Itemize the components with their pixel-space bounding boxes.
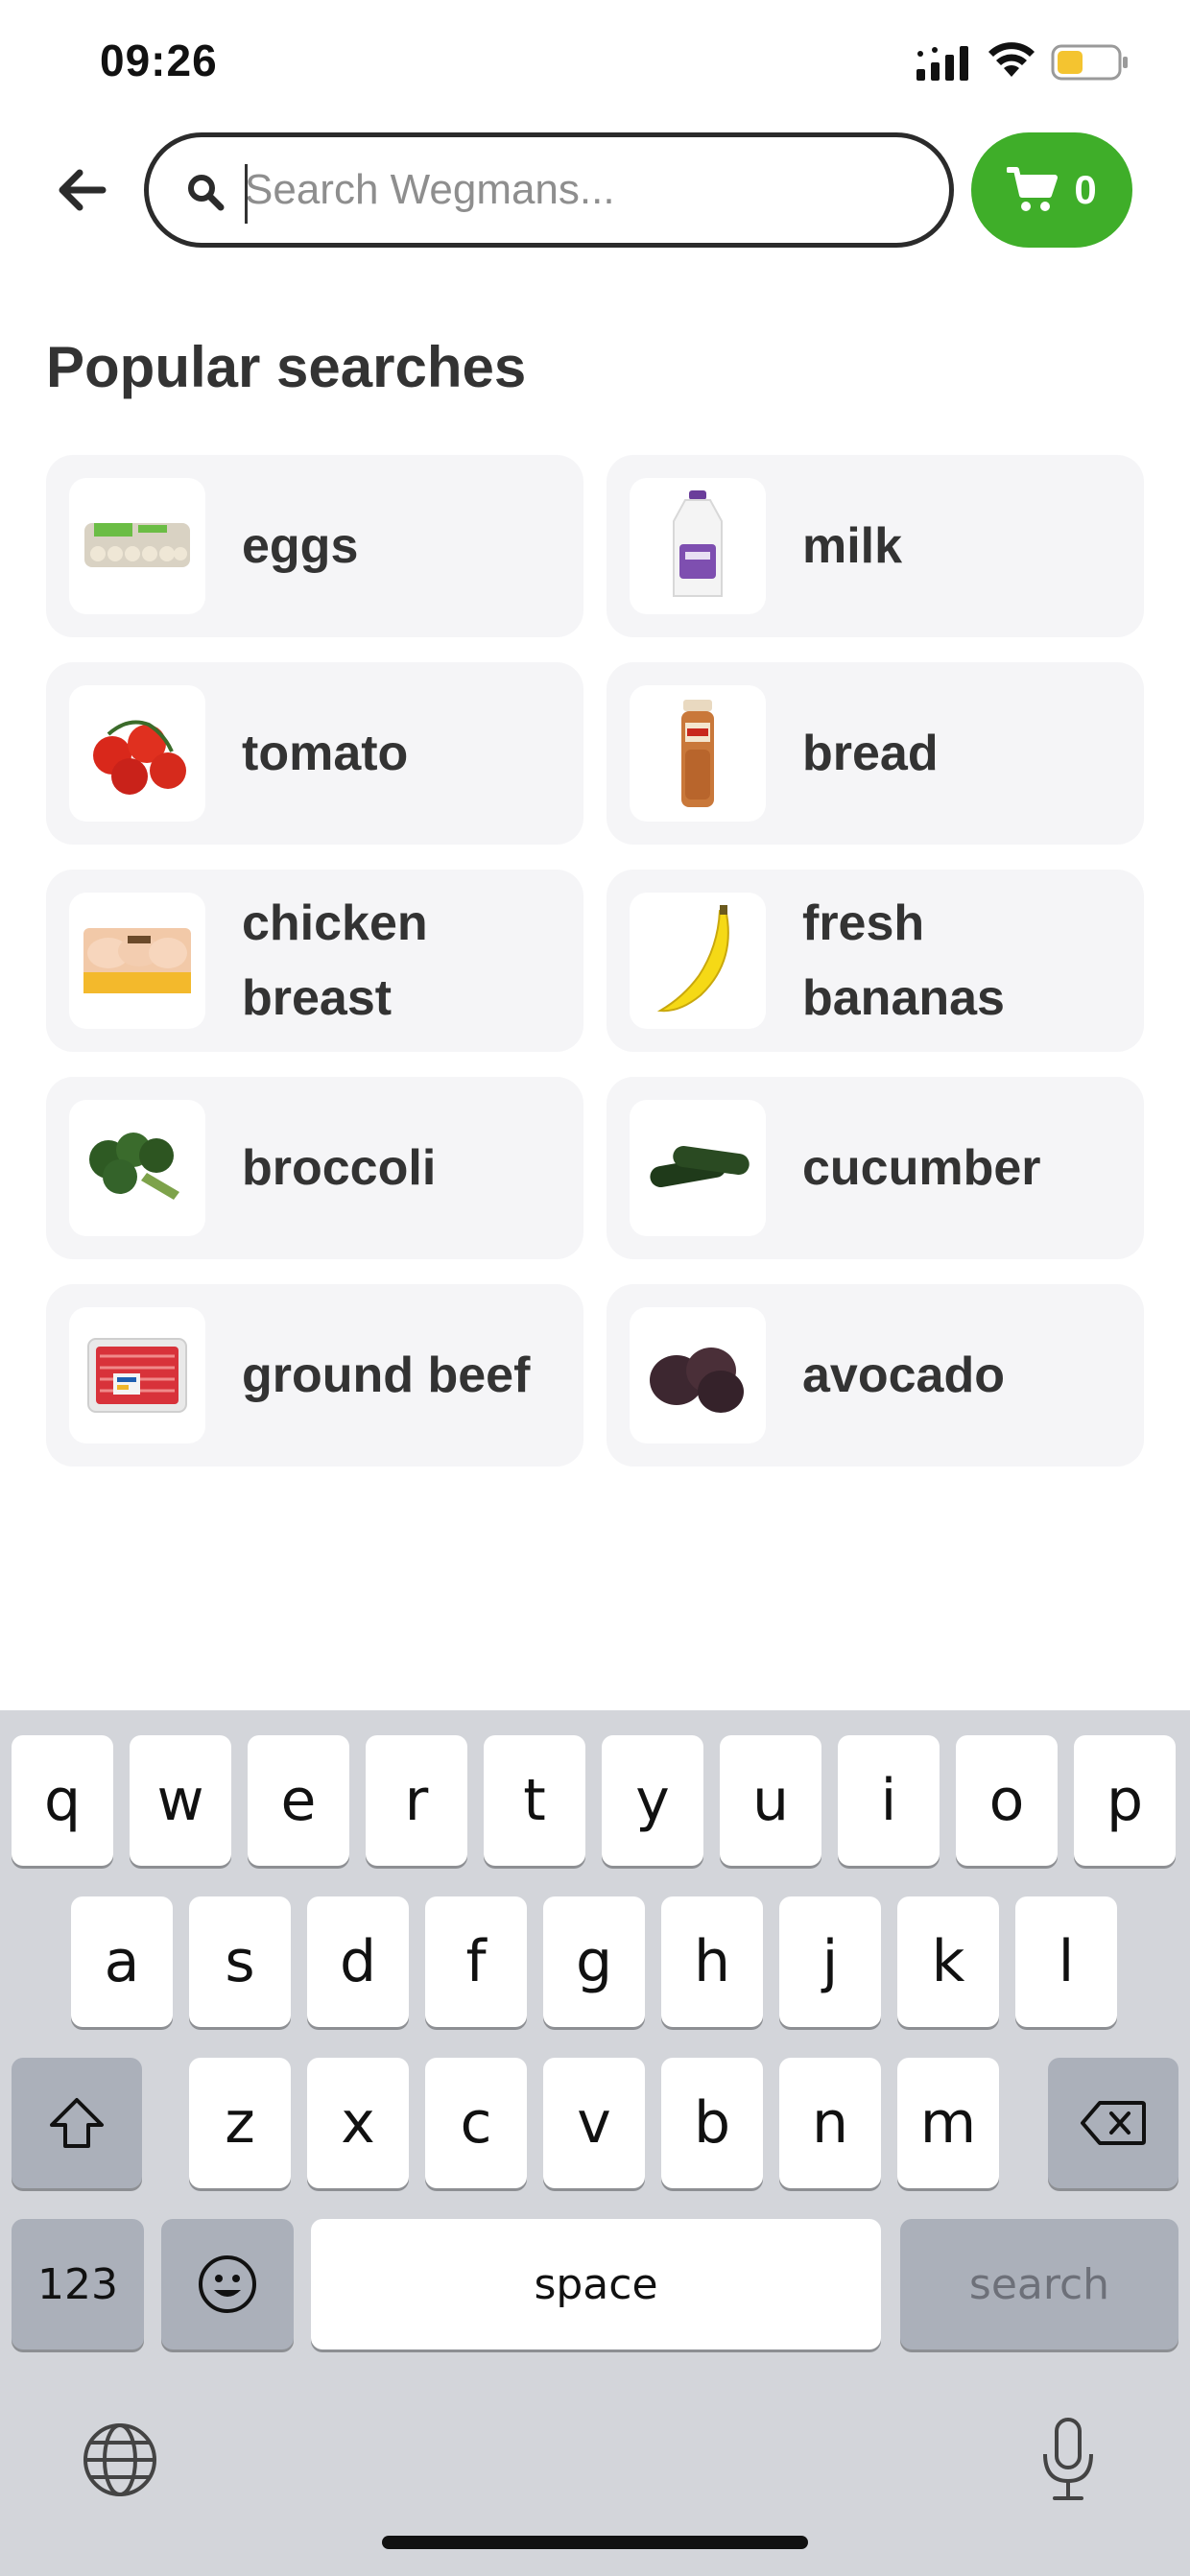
popular-search-tile[interactable]: bread	[607, 662, 1144, 845]
popular-search-label: bread	[802, 726, 939, 781]
key-m[interactable]: m	[897, 2058, 999, 2188]
key-p[interactable]: p	[1074, 1735, 1176, 1866]
popular-search-label: chicken breast	[242, 895, 428, 1026]
emoji-key[interactable]	[161, 2219, 294, 2349]
search-key[interactable]: search	[900, 2219, 1178, 2349]
microphone-icon	[1043, 2418, 1093, 2500]
section-title-popular-searches: Popular searches	[46, 335, 527, 399]
popular-search-tile[interactable]: eggs	[46, 455, 583, 637]
search-icon	[188, 175, 225, 211]
popular-search-tile[interactable]: fresh bananas	[607, 870, 1144, 1052]
popular-search-tile[interactable]: milk	[607, 455, 1144, 637]
key-j[interactable]: j	[779, 1896, 881, 2027]
key-k[interactable]: k	[897, 1896, 999, 2027]
cellular-signal-icon	[916, 46, 968, 81]
broccoli-icon	[69, 1100, 205, 1236]
popular-search-label: tomato	[242, 726, 409, 781]
key-n[interactable]: n	[779, 2058, 881, 2188]
ground-beef-pack-icon	[69, 1307, 205, 1443]
bread-loaf-icon	[630, 685, 766, 822]
popular-search-tile[interactable]: broccoli	[46, 1077, 583, 1259]
shift-key[interactable]	[12, 2058, 142, 2188]
popular-search-tile[interactable]: chicken breast	[46, 870, 583, 1052]
popular-search-label: cucumber	[802, 1140, 1041, 1196]
key-y[interactable]: y	[602, 1735, 703, 1866]
popular-search-tile[interactable]: ground beef	[46, 1284, 583, 1467]
popular-search-label: broccoli	[242, 1140, 437, 1196]
popular-search-label: ground beef	[242, 1348, 531, 1403]
key-q[interactable]: q	[12, 1735, 113, 1866]
cart-icon	[1007, 167, 1059, 211]
search-box[interactable]	[144, 132, 954, 248]
globe-button[interactable]	[77, 2417, 163, 2503]
key-r[interactable]: r	[366, 1735, 467, 1866]
arrow-left-icon	[59, 169, 107, 211]
numbers-key[interactable]: 123	[12, 2219, 144, 2349]
popular-searches-grid: eggs milk tomato bread chicken breast fr…	[46, 455, 1144, 1467]
dictation-button[interactable]	[1025, 2411, 1111, 2507]
backspace-icon	[1081, 2101, 1146, 2145]
key-b[interactable]: b	[661, 2058, 763, 2188]
popular-search-tile[interactable]: cucumber	[607, 1077, 1144, 1259]
eggs-carton-icon	[69, 478, 205, 614]
key-w[interactable]: w	[130, 1735, 231, 1866]
home-indicator	[382, 2536, 808, 2549]
key-o[interactable]: o	[956, 1735, 1058, 1866]
key-e[interactable]: e	[248, 1735, 349, 1866]
key-a[interactable]: a	[71, 1896, 173, 2027]
status-bar: 09:26	[0, 0, 1190, 125]
popular-search-label: avocado	[802, 1348, 1005, 1403]
key-t[interactable]: t	[484, 1735, 585, 1866]
status-time: 09:26	[100, 36, 218, 85]
text-caret	[245, 164, 248, 224]
banana-icon	[630, 893, 766, 1029]
wifi-icon	[988, 42, 1035, 77]
emoji-icon	[199, 2255, 256, 2313]
popular-search-label: milk	[802, 518, 903, 574]
popular-search-tile[interactable]: avocado	[607, 1284, 1144, 1467]
space-key[interactable]: space	[311, 2219, 881, 2349]
cart-count: 0	[1074, 167, 1097, 212]
avocado-icon	[630, 1307, 766, 1443]
tomato-icon	[69, 685, 205, 822]
popular-search-label: fresh bananas	[802, 895, 1005, 1026]
cucumber-icon	[630, 1100, 766, 1236]
milk-jug-icon	[630, 478, 766, 614]
backspace-key[interactable]	[1048, 2058, 1178, 2188]
chicken-breast-pack-icon	[69, 893, 205, 1029]
keyboard: q w e r t y u i o p a s d f g h j k l z …	[0, 1710, 1190, 2576]
key-h[interactable]: h	[661, 1896, 763, 2027]
key-x[interactable]: x	[307, 2058, 409, 2188]
battery-icon	[1051, 44, 1128, 81]
popular-search-tile[interactable]: tomato	[46, 662, 583, 845]
back-button[interactable]	[50, 158, 113, 222]
key-s[interactable]: s	[189, 1896, 291, 2027]
key-z[interactable]: z	[189, 2058, 291, 2188]
key-d[interactable]: d	[307, 1896, 409, 2027]
key-v[interactable]: v	[543, 2058, 645, 2188]
key-f[interactable]: f	[425, 1896, 527, 2027]
key-c[interactable]: c	[425, 2058, 527, 2188]
globe-icon	[83, 2423, 156, 2496]
key-l[interactable]: l	[1015, 1896, 1117, 2027]
key-i[interactable]: i	[838, 1735, 940, 1866]
popular-search-label: eggs	[242, 518, 359, 574]
search-input[interactable]	[245, 151, 916, 229]
shift-icon	[50, 2098, 104, 2148]
key-u[interactable]: u	[720, 1735, 821, 1866]
cart-button[interactable]: 0	[971, 132, 1132, 248]
key-g[interactable]: g	[543, 1896, 645, 2027]
